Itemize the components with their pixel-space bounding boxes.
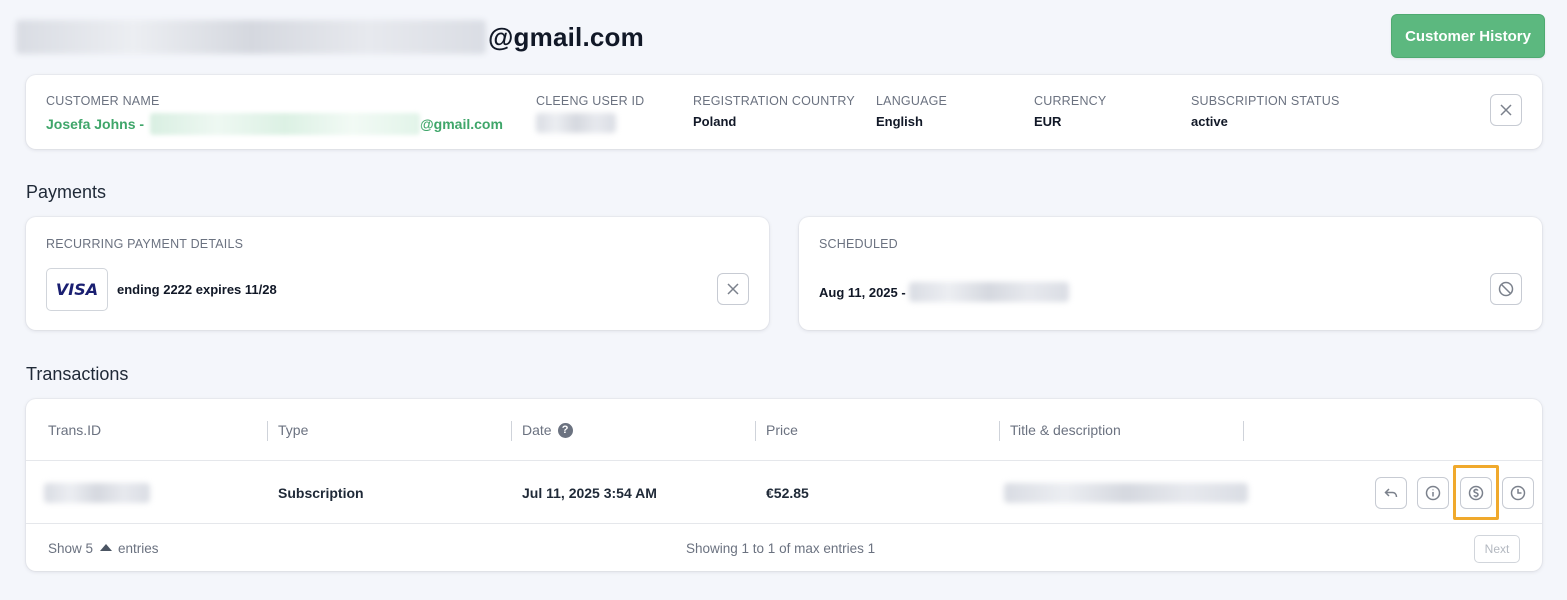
column-divider xyxy=(1243,421,1244,441)
currency-label: CURRENCY xyxy=(1034,94,1107,108)
transaction-type: Subscription xyxy=(278,485,364,501)
recurring-payment-label: RECURRING PAYMENT DETAILS xyxy=(46,237,244,251)
remove-payment-method-button[interactable] xyxy=(717,273,749,305)
recurring-payment-card: RECURRING PAYMENT DETAILS VISA ending 22… xyxy=(26,217,769,330)
user-id-field: CLEENG USER ID xyxy=(536,94,644,138)
customer-name-text: Josefa Johns - xyxy=(46,116,145,132)
info-icon xyxy=(1425,485,1441,501)
info-button[interactable] xyxy=(1417,477,1449,509)
column-divider xyxy=(511,421,512,441)
column-divider xyxy=(755,421,756,441)
show-entries: Show 5 entries xyxy=(48,541,159,556)
caret-up-icon[interactable] xyxy=(100,544,113,551)
redacted-email xyxy=(16,20,486,54)
transaction-price: €52.85 xyxy=(766,485,809,501)
page-title-email-suffix: @gmail.com xyxy=(488,21,644,52)
transactions-table: Trans.ID Type Date ? Price Title & descr… xyxy=(26,399,1542,571)
column-date[interactable]: Date ? xyxy=(522,422,573,438)
column-divider xyxy=(267,421,268,441)
country-label: REGISTRATION COUNTRY xyxy=(693,94,855,108)
scheduled-date: Aug 11, 2025 - xyxy=(819,284,906,300)
table-header: Trans.ID Type Date ? Price Title & descr… xyxy=(26,399,1542,461)
customer-name-label: CUSTOMER NAME xyxy=(46,94,160,108)
card-info: ending 2222 expires 11/28 xyxy=(117,282,277,297)
language-field: LANGUAGE English xyxy=(876,94,947,129)
currency-field: CURRENCY EUR xyxy=(1034,94,1106,129)
language-label: LANGUAGE xyxy=(876,94,948,108)
customer-name-value: Josefa Johns - @gmail.com xyxy=(46,113,503,135)
language-value: English xyxy=(876,114,923,129)
customer-details-card: CUSTOMER NAME Josefa Johns - @gmail.com … xyxy=(26,75,1542,149)
scheduled-label: SCHEDULED xyxy=(819,237,898,251)
column-trans-id[interactable]: Trans.ID xyxy=(48,422,101,438)
subscription-status-label: SUBSCRIPTION STATUS xyxy=(1191,94,1340,108)
table-row: Subscription Jul 11, 2025 3:54 AM €52.85 xyxy=(26,461,1542,524)
scheduled-payment-card: SCHEDULED Aug 11, 2025 - xyxy=(799,217,1542,330)
user-id-label: CLEENG USER ID xyxy=(536,94,645,108)
subscription-status-value: active xyxy=(1191,114,1228,129)
entries-label: entries xyxy=(118,541,159,556)
cancel-scheduled-button[interactable] xyxy=(1490,273,1522,305)
refund-button[interactable] xyxy=(1375,477,1407,509)
close-icon xyxy=(727,283,739,295)
redacted-transaction-title xyxy=(1004,483,1248,503)
transaction-date: Jul 11, 2025 3:54 AM xyxy=(522,485,657,501)
currency-value: EUR xyxy=(1034,114,1062,129)
country-value: Poland xyxy=(693,114,737,129)
pagination-info: Showing 1 to 1 of max entries 1 xyxy=(686,541,876,556)
column-type[interactable]: Type xyxy=(278,422,308,438)
column-title-description[interactable]: Title & description xyxy=(1010,422,1121,438)
customer-email-suffix: @gmail.com xyxy=(420,116,503,132)
country-field: REGISTRATION COUNTRY Poland xyxy=(693,94,855,129)
subscription-status-field: SUBSCRIPTION STATUS active xyxy=(1191,94,1340,129)
next-page-button[interactable]: Next xyxy=(1474,535,1520,563)
visa-card-logo: VISA xyxy=(46,268,108,311)
help-icon[interactable]: ? xyxy=(557,422,573,438)
payment-button[interactable] xyxy=(1460,477,1492,509)
table-footer: Show 5 entries Showing 1 to 1 of max ent… xyxy=(26,524,1542,571)
redacted-user-id xyxy=(536,113,616,133)
show-entries-label: Show 5 xyxy=(48,541,94,556)
redacted-customer-email xyxy=(150,113,421,135)
block-icon xyxy=(1498,281,1514,297)
history-button[interactable] xyxy=(1502,477,1534,509)
close-customer-button[interactable] xyxy=(1490,94,1522,126)
customer-history-button[interactable]: Customer History xyxy=(1391,14,1545,58)
column-date-label: Date xyxy=(522,422,552,438)
visa-icon: VISA xyxy=(55,280,99,299)
redacted-scheduled-details xyxy=(908,282,1069,302)
redacted-transaction-id xyxy=(44,483,150,503)
payments-section-title: Payments xyxy=(26,182,107,202)
dollar-coin-icon xyxy=(1468,485,1484,501)
close-icon xyxy=(1500,104,1512,116)
clock-icon xyxy=(1510,485,1526,501)
column-divider xyxy=(999,421,1000,441)
scheduled-payment-info: Aug 11, 2025 - xyxy=(819,282,1069,302)
undo-arrow-icon xyxy=(1384,488,1398,498)
transactions-section-title: Transactions xyxy=(26,364,129,384)
column-price[interactable]: Price xyxy=(766,422,798,438)
page-title: @gmail.com xyxy=(16,18,644,56)
customer-name-field: CUSTOMER NAME Josefa Johns - @gmail.com xyxy=(46,94,503,135)
